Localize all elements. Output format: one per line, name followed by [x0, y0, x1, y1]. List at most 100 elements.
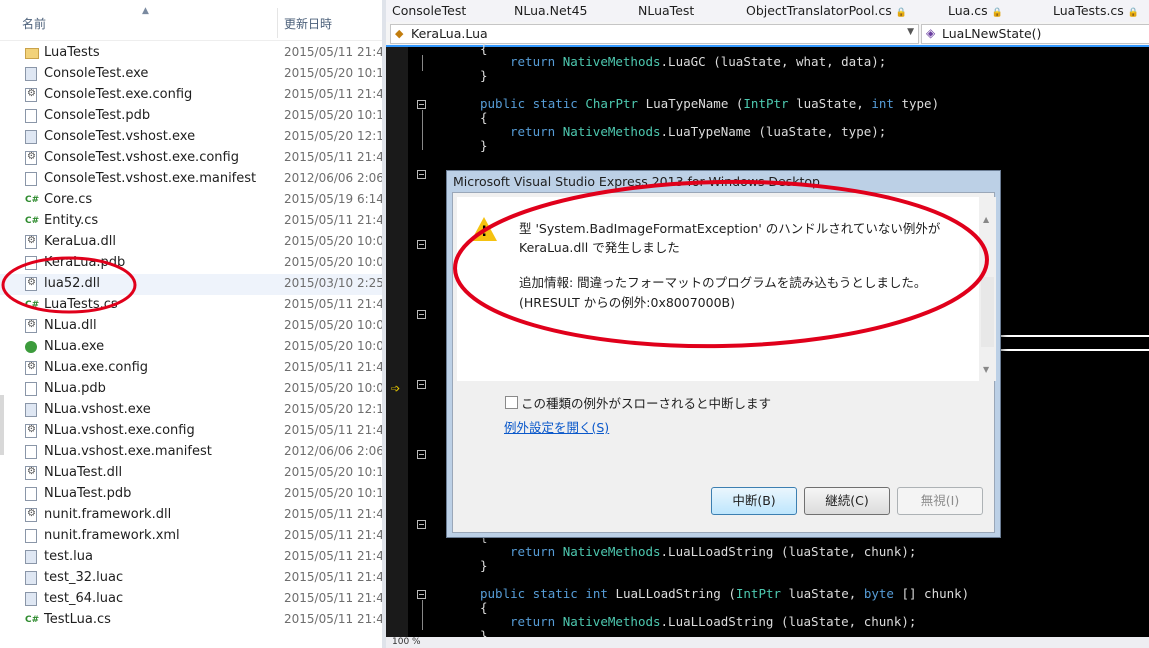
collapse-icon[interactable] [417, 520, 426, 529]
file-row[interactable]: test_64.luac 2015/05/11 21:49 [0, 589, 382, 610]
file-row[interactable]: ConsoleTest.vshost.exe 2015/05/20 12:13 [0, 127, 382, 148]
keyword-token: return [510, 614, 563, 629]
file-row[interactable]: NLua.exe 2015/05/20 10:08 [0, 337, 382, 358]
file-row[interactable]: nunit.framework.dll 2015/05/11 21:49 [0, 505, 382, 526]
file-row[interactable]: KeraLua.dll 2015/05/20 10:06 [0, 232, 382, 253]
file-row[interactable]: NLua.dll 2015/05/20 10:08 [0, 316, 382, 337]
lock-icon: 🔒 [991, 8, 1003, 18]
file-name: NLua.exe.config [44, 360, 149, 375]
file-name: NLua.exe [44, 339, 105, 354]
file-modified-date: 2015/05/11 21:49 [284, 570, 382, 584]
file-row[interactable]: NLua.vshost.exe.config 2015/05/11 21:49 [0, 421, 382, 442]
file-modified-date: 2015/05/11 21:49 [284, 591, 382, 605]
break-on-exception-checkbox[interactable] [505, 396, 518, 409]
message-scrollbar[interactable]: ▲ ▼ [979, 197, 996, 381]
file-icon [25, 172, 37, 186]
file-row[interactable]: C# LuaTests.cs 2015/05/11 21:49 [0, 295, 382, 316]
document-tab[interactable]: Lua.cs 🔒 [948, 3, 1003, 18]
zoom-level[interactable]: 100 % [392, 637, 421, 647]
break-on-exception-label[interactable]: この種類の例外がスローされると中断します [521, 393, 771, 412]
file-row[interactable]: NLuaTest.dll 2015/05/20 10:17 [0, 463, 382, 484]
collapse-icon[interactable] [417, 170, 426, 179]
dll-icon [25, 508, 37, 522]
file-row[interactable]: NLuaTest.pdb 2015/05/20 10:17 [0, 484, 382, 505]
column-header-date[interactable]: 更新日時 [284, 15, 332, 32]
file-row[interactable]: ConsoleTest.exe.config 2015/05/11 21:49 [0, 85, 382, 106]
code-line: } [480, 138, 488, 153]
file-row[interactable]: nunit.framework.xml 2015/05/11 21:49 [0, 526, 382, 547]
type-token: IntPtr [743, 96, 789, 111]
file-row[interactable]: NLua.pdb 2015/05/20 10:08 [0, 379, 382, 400]
file-modified-date: 2015/05/11 21:49 [284, 612, 382, 626]
document-tab[interactable]: ConsoleTest [392, 3, 466, 18]
file-modified-date: 2015/05/20 10:06 [284, 255, 382, 269]
collapse-icon[interactable] [417, 590, 426, 599]
collapse-icon[interactable] [417, 240, 426, 249]
open-exception-settings-link[interactable]: 例外設定を開く(S) [504, 417, 609, 436]
warning-exclamation: ! [481, 224, 488, 240]
lua-file-icon [25, 550, 37, 564]
folder-icon [25, 48, 39, 59]
document-tab-label: ObjectTranslatorPool.cs [746, 3, 892, 18]
code-token: luaState, [788, 96, 872, 111]
dialog-title: Microsoft Visual Studio Express 2013 for… [453, 174, 820, 189]
collapse-icon[interactable] [417, 100, 426, 109]
collapse-icon[interactable] [417, 450, 426, 459]
file-row[interactable]: C# Entity.cs 2015/05/11 21:49 [0, 211, 382, 232]
file-modified-date: 2015/05/11 21:49 [284, 549, 382, 563]
file-row[interactable]: NLua.vshost.exe 2015/05/20 12:13 [0, 400, 382, 421]
cs-file-icon: C# [25, 216, 40, 226]
scroll-track[interactable] [981, 277, 994, 347]
luac-file-icon [25, 571, 37, 585]
collapse-icon[interactable] [417, 310, 426, 319]
code-line: return NativeMethods.LuaTypeName (luaSta… [510, 124, 886, 139]
file-row[interactable]: test_32.luac 2015/05/11 21:49 [0, 568, 382, 589]
file-row[interactable]: ConsoleTest.vshost.exe.manifest 2012/06/0… [0, 169, 382, 190]
sort-ascending-icon[interactable]: ▲ [142, 6, 149, 16]
chevron-down-icon[interactable]: ▼ [907, 27, 914, 37]
file-modified-date: 2015/05/20 10:17 [284, 486, 382, 500]
file-modified-date: 2015/05/11 21:49 [284, 528, 382, 542]
file-row[interactable]: ConsoleTest.vshost.exe.config 2015/05/11 … [0, 148, 382, 169]
file-row[interactable]: ConsoleTest.pdb 2015/05/20 10:17 [0, 106, 382, 127]
continue-button[interactable]: 継続(C) [804, 487, 890, 515]
document-tab[interactable]: NLua.Net45 [514, 3, 588, 18]
outline-line [422, 600, 423, 630]
exe-icon [25, 403, 37, 417]
file-row[interactable]: C# TestLua.cs 2015/05/11 21:49 [0, 610, 382, 631]
code-token: LuaTypeName ( [638, 96, 744, 111]
file-name: Entity.cs [44, 213, 99, 228]
file-row[interactable]: NLua.vshost.exe.manifest 2012/06/06 2:06 [0, 442, 382, 463]
file-modified-date: 2015/05/11 21:49 [284, 507, 382, 521]
document-tab[interactable]: LuaTests.cs 🔒 [1053, 3, 1139, 18]
file-row[interactable]: lua52.dll 2015/03/10 2:25 [0, 274, 382, 295]
file-explorer: ▲ 名前 更新日時 LuaTests 2015/05/11 21:49 Consol… [0, 0, 382, 648]
ignore-button[interactable]: 無視(I) [897, 487, 983, 515]
document-tab[interactable]: ObjectTranslatorPool.cs 🔒 [746, 3, 907, 18]
file-name: KeraLua.dll [44, 234, 117, 249]
file-row[interactable]: ConsoleTest.exe 2015/05/20 10:17 [0, 64, 382, 85]
break-button[interactable]: 中断(B) [711, 487, 797, 515]
explorer-scrollbar[interactable] [0, 395, 4, 455]
indicator-margin[interactable]: ➩ [386, 47, 408, 637]
file-modified-date: 2015/05/11 21:49 [284, 150, 382, 164]
type-dropdown[interactable]: ◆ KeraLua.Lua ▼ [390, 24, 919, 44]
file-modified-date: 2015/05/19 6:14 [284, 192, 382, 206]
file-name: ConsoleTest.vshost.exe [44, 129, 196, 144]
file-row[interactable]: C# Core.cs 2015/05/19 6:14 [0, 190, 382, 211]
scroll-down-icon[interactable]: ▼ [983, 365, 989, 374]
dll-icon [25, 466, 37, 480]
column-separator[interactable] [277, 8, 278, 38]
code-line: return NativeMethods.LuaLLoadString (lua… [510, 544, 916, 559]
collapse-icon[interactable] [417, 380, 426, 389]
scroll-up-icon[interactable]: ▲ [983, 215, 989, 224]
file-row[interactable]: KeraLua.pdb 2015/05/20 10:06 [0, 253, 382, 274]
document-tab[interactable]: NLuaTest [638, 3, 694, 18]
file-row[interactable]: test.lua 2015/05/11 21:49 [0, 547, 382, 568]
method-icon: ◈ [926, 26, 936, 40]
member-dropdown[interactable]: ◈ LuaLNewState() [921, 24, 1149, 44]
file-row[interactable]: LuaTests 2015/05/11 21:49 [0, 43, 382, 64]
file-row[interactable]: NLua.exe.config 2015/05/11 21:49 [0, 358, 382, 379]
document-tab-bar: ConsoleTest NLua.Net45 NLuaTest ObjectTrans… [386, 0, 1149, 23]
column-header-name[interactable]: 名前 [22, 15, 46, 32]
